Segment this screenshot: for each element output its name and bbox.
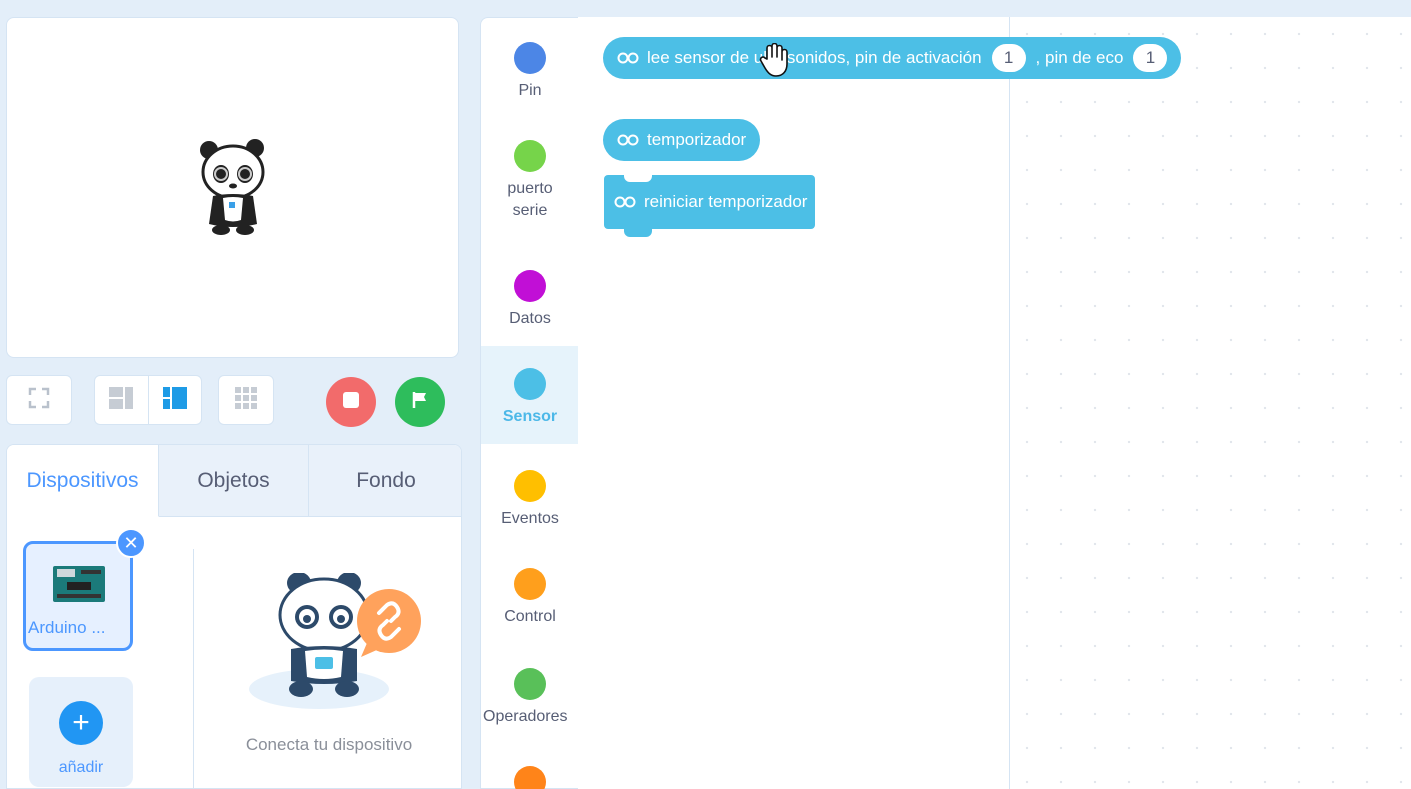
block-timer[interactable]: temporizador bbox=[603, 119, 761, 161]
layout-toggle bbox=[94, 375, 202, 425]
arduino-infinity-icon bbox=[617, 51, 639, 65]
block-notch bbox=[624, 175, 652, 182]
connect-area: Conecta tu dispositivo bbox=[197, 517, 461, 788]
layout-small-stage-icon bbox=[109, 386, 134, 414]
stop-icon bbox=[341, 390, 361, 415]
fullscreen-button[interactable] bbox=[6, 375, 72, 425]
panel-tabs: Dispositivos Objetos Fondo bbox=[7, 445, 461, 517]
category-dot-icon bbox=[514, 470, 546, 502]
category-dot-icon bbox=[514, 140, 546, 172]
add-device-button[interactable]: + añadir bbox=[29, 677, 133, 787]
category-puerto-serie[interactable]: puerto serie bbox=[481, 140, 579, 222]
category-sensor[interactable]: Sensor bbox=[481, 346, 579, 444]
panda-sprite[interactable] bbox=[199, 136, 271, 241]
category-eventos[interactable]: Eventos bbox=[481, 470, 579, 530]
trigger-pin-input[interactable]: 1 bbox=[991, 44, 1026, 72]
tab-dispositivos[interactable]: Dispositivos bbox=[7, 445, 159, 517]
category-pin[interactable]: Pin bbox=[481, 42, 579, 102]
device-list: ✕ Arduino ... + añadir bbox=[7, 517, 193, 788]
block-ultrasonic-sensor[interactable]: lee sensor de ultrasonidos, pin de activ… bbox=[603, 37, 1182, 79]
category-menu: Pin puerto serie Datos Sensor Eventos Co… bbox=[480, 17, 579, 789]
hand-cursor-icon bbox=[758, 42, 788, 82]
plus-icon: + bbox=[59, 701, 103, 745]
category-label: Sensor bbox=[502, 408, 558, 425]
device-panel: Dispositivos Objetos Fondo ✕ Arduino ...… bbox=[6, 444, 462, 789]
category-label: Datos bbox=[509, 310, 551, 327]
block-text: reiniciar temporizador bbox=[644, 192, 808, 211]
green-flag-button[interactable] bbox=[395, 377, 445, 427]
category-dot-icon bbox=[514, 42, 546, 74]
close-icon[interactable]: ✕ bbox=[116, 528, 146, 558]
category-label: Control bbox=[504, 608, 556, 625]
category-dot-icon bbox=[514, 270, 546, 302]
device-label: Arduino ... bbox=[28, 618, 106, 637]
category-dot-icon bbox=[514, 568, 546, 600]
arduino-infinity-icon bbox=[617, 133, 639, 147]
stage[interactable] bbox=[6, 17, 459, 358]
block-text: , pin de eco bbox=[1035, 48, 1124, 67]
arduino-infinity-icon bbox=[614, 195, 636, 209]
tab-objetos[interactable]: Objetos bbox=[159, 445, 309, 517]
echo-pin-input[interactable]: 1 bbox=[1133, 44, 1168, 72]
category-label: Eventos bbox=[501, 510, 559, 527]
layout-large-stage-icon bbox=[162, 386, 187, 414]
category-dot-icon bbox=[514, 668, 546, 700]
block-notch bbox=[624, 229, 652, 237]
category-control[interactable]: Control bbox=[481, 568, 579, 628]
panda-disconnected-illustration bbox=[239, 572, 429, 718]
category-label: Pin bbox=[518, 82, 542, 99]
block-text: lee sensor de ultrasonidos, pin de activ… bbox=[647, 48, 982, 67]
category-datos[interactable]: Datos bbox=[481, 270, 579, 330]
layout-small-stage-button[interactable] bbox=[95, 376, 148, 424]
category-label: puerto serie bbox=[507, 180, 553, 219]
layout-large-stage-button[interactable] bbox=[147, 376, 202, 424]
connect-device-text: Conecta tu dispositivo bbox=[245, 735, 413, 754]
add-label: añadir bbox=[58, 759, 104, 776]
category-operadores[interactable]: Operadores bbox=[481, 668, 579, 728]
arduino-board-icon bbox=[53, 566, 105, 607]
category-dot-icon bbox=[514, 368, 546, 400]
stop-button[interactable] bbox=[326, 377, 376, 427]
category-more[interactable] bbox=[481, 766, 579, 789]
fullscreen-icon bbox=[28, 387, 50, 414]
category-label: Operadores bbox=[483, 708, 568, 725]
category-dot-icon bbox=[514, 766, 546, 789]
grid-icon bbox=[235, 386, 257, 414]
divider bbox=[193, 549, 194, 788]
device-card-arduino[interactable]: ✕ Arduino ... bbox=[23, 528, 146, 651]
tab-fondo[interactable]: Fondo bbox=[309, 445, 461, 517]
code-workspace[interactable] bbox=[1010, 17, 1411, 789]
green-flag-icon bbox=[410, 390, 430, 415]
grid-button[interactable] bbox=[218, 375, 274, 425]
stage-toolbar bbox=[6, 373, 459, 429]
block-reset-timer[interactable]: reiniciar temporizador bbox=[604, 175, 816, 237]
block-text: temporizador bbox=[647, 130, 747, 149]
